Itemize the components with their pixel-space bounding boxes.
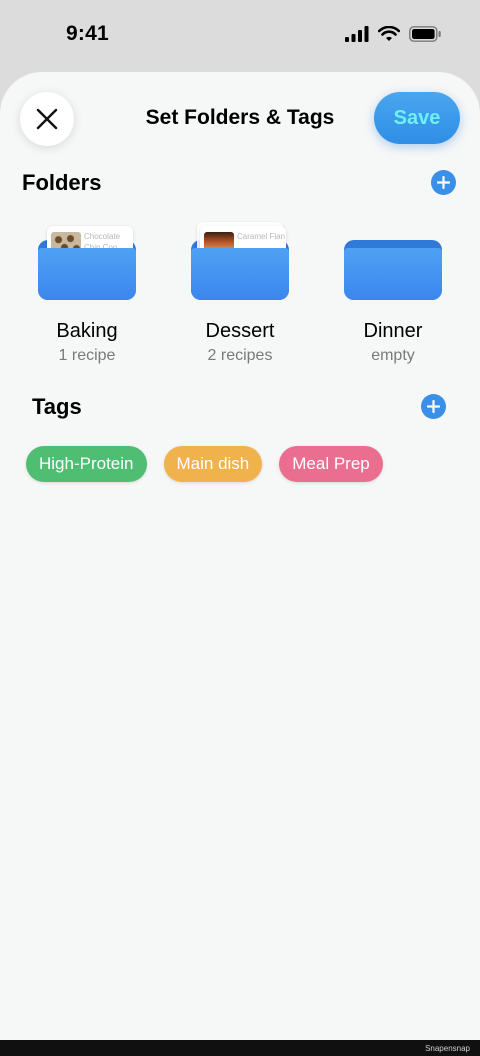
folder-count: empty xyxy=(371,347,415,364)
watermark: Snapensnap xyxy=(425,1044,470,1053)
folder-dessert[interactable]: Caramel Flan Dessert 2 recipes xyxy=(185,222,295,365)
status-icons xyxy=(345,26,442,42)
folder-count: 1 recipe xyxy=(58,347,116,364)
tags-section-title: Tags xyxy=(32,394,82,419)
bottom-bar xyxy=(0,1040,480,1056)
battery-icon xyxy=(409,26,441,42)
status-time: 9:41 xyxy=(66,22,109,45)
folder-count: 2 recipes xyxy=(207,347,273,364)
folder-name: Dinner xyxy=(363,320,423,342)
status-bar: 9:41 xyxy=(0,0,480,72)
tag-main-dish[interactable]: Main dish xyxy=(163,446,263,482)
tag-high-protein[interactable]: High-Protein xyxy=(26,446,147,482)
folder-name: Dessert xyxy=(205,320,275,342)
plus-icon xyxy=(437,176,450,189)
folder-icon: Caramel Flan xyxy=(191,222,289,304)
folder-dinner[interactable]: Dinner empty xyxy=(338,226,448,365)
wifi-icon xyxy=(378,26,400,41)
recipe-preview-title: Caramel Flan xyxy=(237,232,286,241)
add-folder-button[interactable] xyxy=(431,170,456,195)
folders-section-title: Folders xyxy=(22,170,102,195)
plus-icon xyxy=(427,400,440,413)
tag-list: High-Protein Main dish Meal Prep xyxy=(26,446,383,482)
tag-meal-prep[interactable]: Meal Prep xyxy=(279,446,383,482)
folder-icon: Chocolate Chip Coo... xyxy=(38,226,136,304)
folders-tags-sheet: Set Folders & Tags Save Folders Chocolat… xyxy=(0,72,480,1040)
folder-baking[interactable]: Chocolate Chip Coo... Baking 1 recipe xyxy=(32,226,142,365)
cellular-signal-icon xyxy=(345,26,369,42)
add-tag-button[interactable] xyxy=(421,394,446,419)
folder-icon xyxy=(344,226,442,304)
folder-name: Baking xyxy=(56,320,118,342)
save-button[interactable]: Save xyxy=(374,92,460,144)
